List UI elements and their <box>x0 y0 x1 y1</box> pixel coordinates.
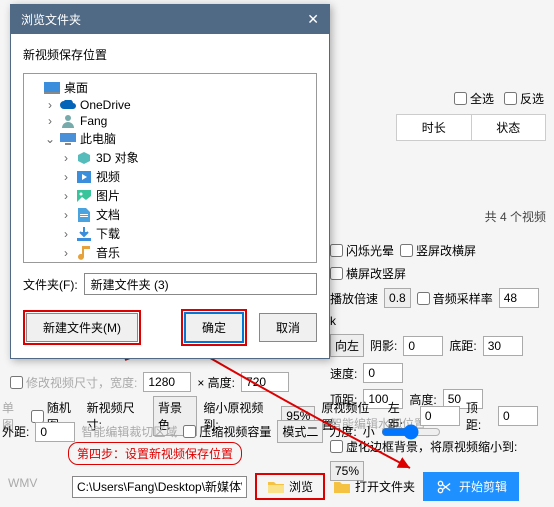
user-icon <box>60 114 76 128</box>
playback-speed-select[interactable]: 0.8 <box>384 288 411 308</box>
tree-node-user[interactable]: ›Fang <box>26 113 314 129</box>
ext-dist-label: 外距: <box>2 423 29 440</box>
step4-callout: 第四步：设置新视频保存位置 <box>68 442 242 465</box>
open-folder-button[interactable]: 打开文件夹 <box>333 478 415 495</box>
picture-icon <box>76 189 92 203</box>
start-clip-button[interactable]: 开始剪辑 <box>423 472 519 501</box>
wmv-label: WMV <box>8 476 37 490</box>
folder-tree[interactable]: 桌面 ›OneDrive ›Fang ⌄此电脑 ›3D 对象 ›视频 ›图片 ›… <box>23 73 317 263</box>
power-slider[interactable] <box>381 424 441 440</box>
direction-select[interactable]: 向左 <box>330 334 364 357</box>
width-input[interactable] <box>143 372 191 392</box>
compress-checkbox[interactable]: 压缩视频容量 <box>183 423 271 440</box>
document-icon <box>76 208 92 222</box>
modify-size-checkbox[interactable]: 修改视频尺寸，宽度: <box>10 374 137 391</box>
tree-node-downloads[interactable]: ›下载 <box>26 224 314 243</box>
invert-selection-checkbox[interactable]: 反选 <box>504 90 544 107</box>
browse-button[interactable]: 浏览 <box>255 473 325 500</box>
tree-node-music[interactable]: ›音乐 <box>26 243 314 262</box>
playback-speed-label: 播放倍速 <box>330 290 378 307</box>
cube-icon <box>76 151 92 165</box>
height2-input[interactable] <box>241 372 289 392</box>
save-path-input[interactable] <box>72 476 247 498</box>
desktop-icon <box>44 81 60 95</box>
dialog-title: 浏览文件夹 <box>21 11 81 28</box>
music-icon <box>76 246 92 260</box>
tree-node-thispc[interactable]: ⌄此电脑 <box>26 129 314 148</box>
list-header: 时长 状态 <box>396 114 546 141</box>
download-icon <box>76 227 92 241</box>
tree-node-pictures[interactable]: ›图片 <box>26 186 314 205</box>
mode-select[interactable]: 模式二 <box>277 420 323 443</box>
close-icon[interactable]: ✕ <box>307 11 319 28</box>
tree-node-videos[interactable]: ›视频 <box>26 167 314 186</box>
tree-node-desktop[interactable]: 桌面 <box>26 78 314 97</box>
audio-rate-checkbox[interactable]: 音频采样率 <box>417 290 493 307</box>
ok-button[interactable]: 确定 <box>184 312 244 343</box>
horiz-to-vert-checkbox[interactable]: 横屏改竖屏 <box>330 265 406 282</box>
tree-node-3d[interactable]: ›3D 对象 <box>26 148 314 167</box>
dialog-prompt: 新视频保存位置 <box>23 46 317 63</box>
browse-folder-dialog: 浏览文件夹 ✕ 新视频保存位置 桌面 ›OneDrive ›Fang ⌄此电脑 … <box>10 4 330 359</box>
video-count: 共 4 个视频 <box>485 208 546 225</box>
pc-icon <box>60 132 76 146</box>
cloud-icon <box>60 98 76 112</box>
tree-node-desk2[interactable]: ›桌面 <box>26 262 314 263</box>
smart-crop-label: 智能编辑裁切区域 <box>81 423 177 440</box>
scissors-icon <box>435 480 453 494</box>
new-folder-button[interactable]: 新建文件夹(M) <box>26 313 138 342</box>
col-duration: 时长 <box>397 115 472 140</box>
bottom-dist-input[interactable] <box>483 336 523 356</box>
folder-icon <box>267 480 285 494</box>
select-all-checkbox[interactable]: 全选 <box>454 90 494 107</box>
col-status: 状态 <box>472 115 546 140</box>
folder-name-input[interactable] <box>84 273 317 295</box>
ext-dist-input[interactable] <box>35 422 75 442</box>
tree-node-onedrive[interactable]: ›OneDrive <box>26 97 314 113</box>
vert-to-horiz-checkbox[interactable]: 竖屏改横屏 <box>400 242 476 259</box>
folder-label: 文件夹(F): <box>23 276 78 293</box>
audio-rate-input[interactable] <box>499 288 539 308</box>
folder-icon <box>333 480 351 494</box>
shadow-input[interactable] <box>403 336 443 356</box>
flicker-checkbox[interactable]: 闪烁光晕 <box>330 242 394 259</box>
cancel-button[interactable]: 取消 <box>259 313 317 342</box>
video-icon <box>76 170 92 184</box>
tree-node-docs[interactable]: ›文档 <box>26 205 314 224</box>
